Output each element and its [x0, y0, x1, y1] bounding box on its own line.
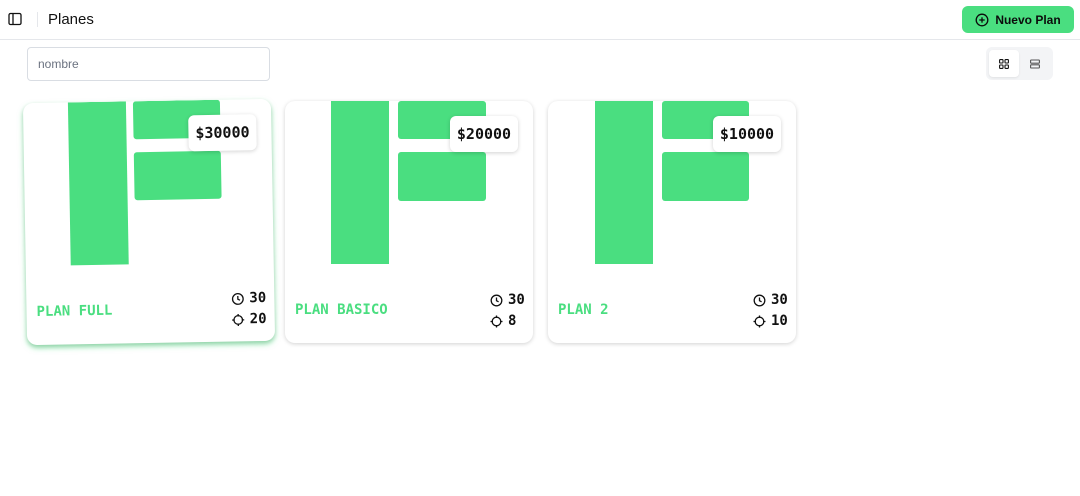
- list-icon: [1030, 58, 1041, 69]
- duration-stat: 30: [490, 290, 525, 310]
- price-badge: $20000: [450, 116, 518, 152]
- sessions-stat: 8: [490, 311, 525, 331]
- price-badge: $30000: [188, 114, 257, 152]
- plan-stats: 30 20: [231, 288, 267, 331]
- grid-view-button[interactable]: [989, 50, 1019, 77]
- plan-name: PLAN BASICO: [295, 302, 388, 318]
- price-badge: $10000: [713, 116, 781, 152]
- plan-card[interactable]: $20000 PLAN BASICO 30 8: [285, 101, 533, 343]
- new-plan-button[interactable]: Nuevo Plan: [962, 6, 1074, 33]
- duration-value: 30: [508, 292, 525, 308]
- sessions-value: 10: [771, 313, 788, 329]
- crosshair-icon: [490, 315, 503, 327]
- clock-icon: [490, 294, 503, 306]
- new-plan-label: Nuevo Plan: [995, 12, 1061, 27]
- header-divider: [37, 12, 38, 27]
- crosshair-icon: [753, 315, 766, 327]
- search-input[interactable]: [27, 47, 270, 81]
- top-bar: Planes Nuevo Plan: [0, 0, 1080, 40]
- sessions-stat: 10: [753, 311, 788, 331]
- view-toggle: [986, 47, 1053, 80]
- plan-card[interactable]: $30000 PLAN FULL 30 20: [22, 98, 276, 346]
- plan-name: PLAN 2: [558, 302, 609, 318]
- duration-stat: 30: [231, 288, 266, 309]
- duration-stat: 30: [753, 290, 788, 310]
- list-view-button[interactable]: [1021, 50, 1051, 77]
- sessions-stat: 20: [232, 309, 267, 330]
- plan-stats: 30 8: [490, 290, 525, 332]
- plan-stats: 30 10: [753, 290, 788, 332]
- plus-circle-icon: [975, 13, 989, 26]
- grid-icon: [998, 58, 1009, 69]
- sidebar-icon: [8, 12, 22, 26]
- page-title: Planes: [48, 11, 94, 28]
- plan-name: PLAN FULL: [36, 302, 113, 320]
- sidebar-toggle-button[interactable]: [6, 10, 24, 28]
- duration-value: 30: [771, 292, 788, 308]
- clock-icon: [753, 294, 766, 306]
- sessions-value: 20: [249, 310, 267, 328]
- clock-icon: [231, 292, 244, 305]
- plan-card[interactable]: $10000 PLAN 2 30 10: [548, 101, 796, 343]
- crosshair-icon: [232, 313, 245, 326]
- duration-value: 30: [249, 289, 267, 307]
- sessions-value: 8: [508, 313, 517, 329]
